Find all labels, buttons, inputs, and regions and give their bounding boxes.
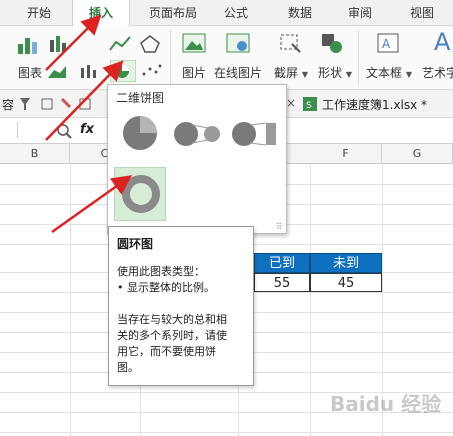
arrow-to-pie-button bbox=[45, 60, 124, 141]
watermark: Baidu 经验 bbox=[330, 392, 442, 416]
annotation-arrows bbox=[45, 14, 133, 234]
arrow-to-doughnut bbox=[51, 175, 133, 234]
arrow-to-insert-tab bbox=[45, 14, 102, 71]
